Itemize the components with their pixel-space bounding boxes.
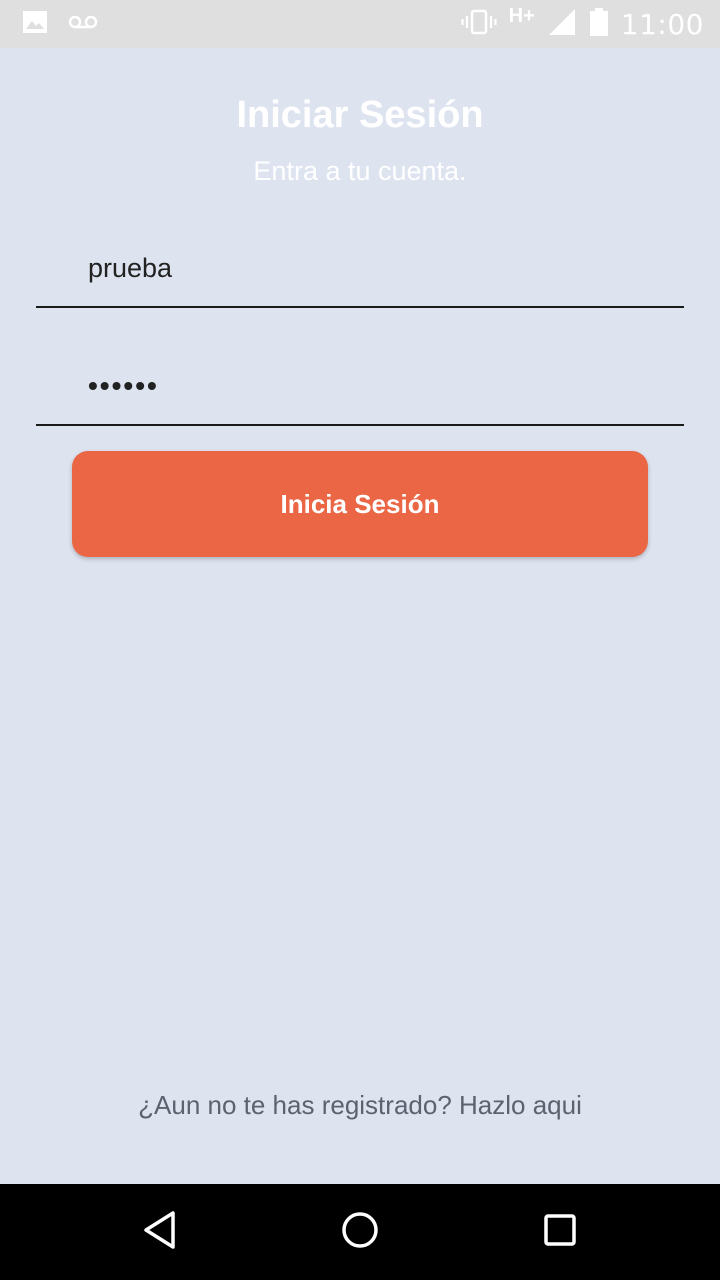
- battery-icon: [589, 7, 609, 42]
- recents-button[interactable]: [538, 1210, 582, 1254]
- voicemail-icon: [68, 14, 98, 35]
- username-field[interactable]: prueba: [36, 248, 684, 308]
- register-link[interactable]: ¿Aun no te has registrado? Hazlo aqui: [0, 1090, 720, 1121]
- home-icon: [340, 1210, 380, 1255]
- username-value: prueba: [88, 253, 173, 283]
- page-subtitle: Entra a tu cuenta.: [253, 156, 467, 186]
- navigation-bar: [0, 1184, 720, 1280]
- status-bar-left: [22, 10, 98, 39]
- password-value: ••••••: [88, 370, 159, 401]
- clock: 11:00: [620, 7, 704, 41]
- vibrate-icon: [461, 9, 497, 40]
- status-bar-right: H+ 11:00: [461, 4, 704, 42]
- back-icon: [140, 1210, 180, 1255]
- network-type: H+: [508, 4, 535, 27]
- signal-icon: [547, 7, 577, 42]
- password-field[interactable]: ••••••: [36, 366, 684, 426]
- status-bar: H+ 11:00: [0, 0, 720, 48]
- page-title: Iniciar Sesión: [236, 94, 484, 136]
- back-button[interactable]: [138, 1210, 182, 1254]
- login-button[interactable]: Inicia Sesión: [72, 451, 648, 557]
- recents-icon: [540, 1210, 580, 1255]
- home-button[interactable]: [338, 1210, 382, 1254]
- image-icon: [22, 10, 48, 39]
